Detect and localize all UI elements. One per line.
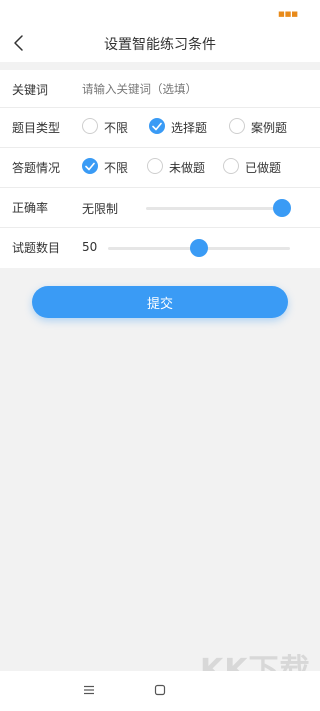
- status-bar: ■■■: [0, 0, 320, 26]
- question-count-value: 50: [82, 240, 98, 254]
- option-label: 已做题: [245, 161, 282, 175]
- menu-icon[interactable]: [83, 685, 95, 695]
- accuracy-slider-track[interactable]: [146, 207, 282, 210]
- status-badge: ■■■: [278, 10, 298, 18]
- page-title: 设置智能练习条件: [104, 37, 216, 53]
- option-label: 未做题: [169, 161, 206, 175]
- question-count-label: 试题数目: [12, 241, 61, 255]
- option-label: 选择题: [171, 121, 208, 135]
- keyword-row: 关键词: [0, 70, 320, 108]
- option-label: 案例题: [251, 121, 288, 135]
- option-label: 不限: [104, 161, 129, 175]
- submit-button[interactable]: 提交: [32, 286, 288, 318]
- option-label: 不限: [104, 121, 129, 135]
- accuracy-slider-thumb[interactable]: [273, 199, 291, 217]
- home-square-icon[interactable]: [154, 684, 166, 696]
- practice-conditions-form: 关键词 题目类型 不限 选择题 案例题 答题情况 不限: [0, 70, 320, 268]
- answer-status-row: 答题情况 不限 未做题 已做题: [0, 148, 320, 188]
- keyword-input[interactable]: [82, 78, 302, 100]
- accuracy-row: 正确率 无限制: [0, 188, 320, 228]
- question-count-row: 试题数目 50: [0, 228, 320, 268]
- radio-unchecked-icon: [147, 158, 163, 174]
- header: 设置智能练习条件: [0, 26, 320, 62]
- radio-unchecked-icon: [82, 118, 98, 134]
- keyword-label: 关键词: [12, 83, 49, 97]
- radio-unchecked-icon: [229, 118, 245, 134]
- question-type-label: 题目类型: [12, 121, 61, 135]
- question-type-row: 题目类型 不限 选择题 案例题: [0, 108, 320, 148]
- system-nav-bar: [0, 671, 320, 711]
- radio-checked-icon: [149, 118, 165, 134]
- question-count-slider-thumb[interactable]: [190, 239, 208, 257]
- radio-checked-icon: [82, 158, 98, 174]
- accuracy-value: 无限制: [82, 202, 119, 216]
- radio-unchecked-icon: [223, 158, 239, 174]
- answer-status-label: 答题情况: [12, 161, 61, 175]
- accuracy-label: 正确率: [12, 201, 49, 215]
